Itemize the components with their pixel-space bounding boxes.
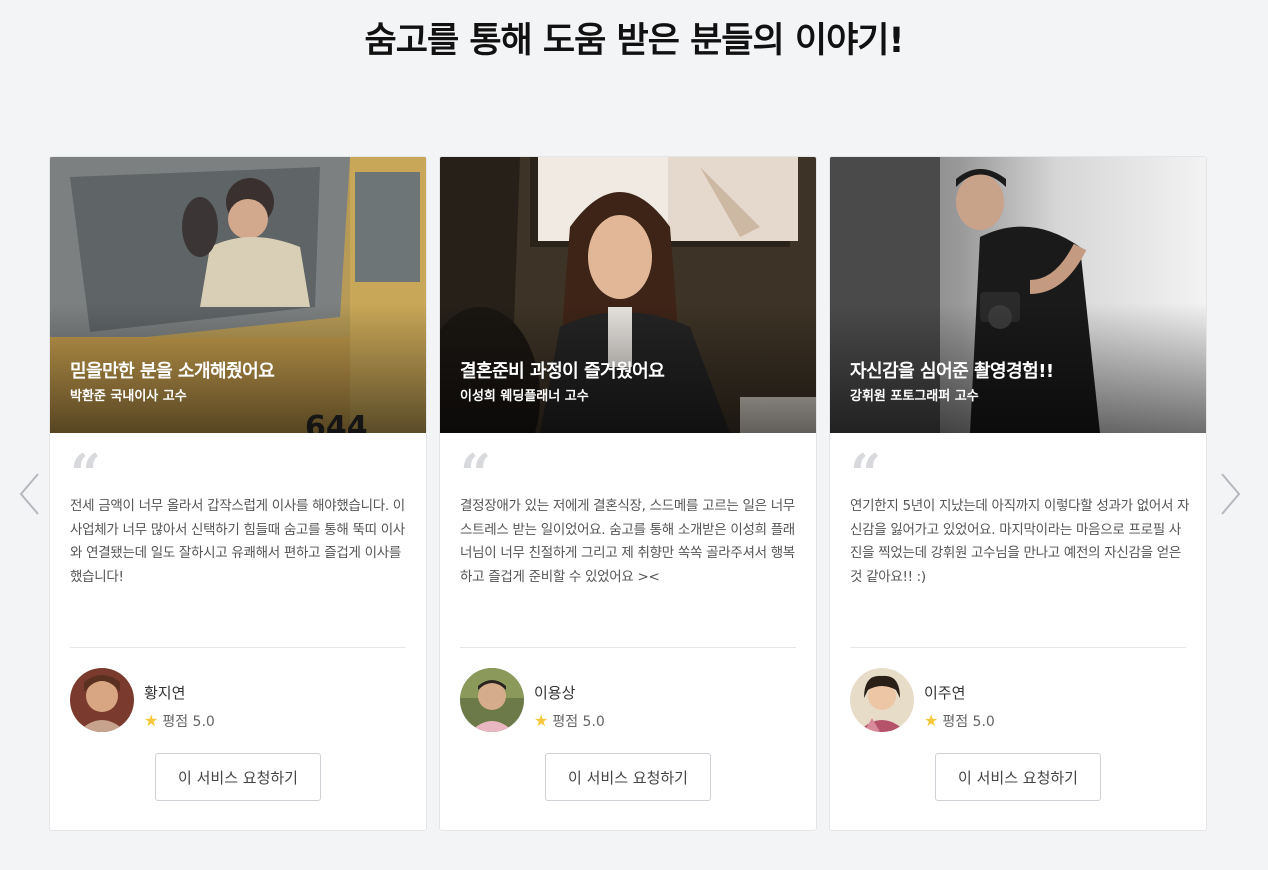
review-card: 644 믿을만한 분을 소개해줬어요 박환준 국내이사 고수 “ 전세 금액이 …: [49, 156, 427, 831]
reviewer-name: 이용상: [534, 684, 576, 702]
rating: ★ 평점 5.0: [924, 711, 995, 731]
rating-text: 평점 5.0: [552, 714, 605, 730]
pro-name: 강휘원 포토그래퍼 고수: [850, 389, 979, 404]
avatar: [70, 668, 134, 732]
request-service-button[interactable]: 이 서비스 요청하기: [935, 753, 1101, 801]
review-photo: 자신감을 심어준 촬영경험!! 강휘원 포토그래퍼 고수: [830, 157, 1206, 433]
pro-name: 박환준 국내이사 고수: [70, 389, 187, 404]
avatar: [850, 668, 914, 732]
request-service-button[interactable]: 이 서비스 요청하기: [545, 753, 711, 801]
rating: ★ 평점 5.0: [144, 711, 215, 731]
divider: [850, 647, 1186, 648]
quote-icon: “: [460, 442, 492, 506]
review-photo: 644 믿을만한 분을 소개해줬어요 박환준 국내이사 고수: [50, 157, 426, 433]
review-headline: 결혼준비 과정이 즐거웠어요: [460, 361, 665, 382]
rating-text: 평점 5.0: [162, 714, 215, 730]
star-icon: ★: [534, 711, 549, 730]
quote-icon: “: [850, 442, 882, 506]
rating: ★ 평점 5.0: [534, 711, 605, 731]
chevron-left-icon[interactable]: [18, 472, 42, 516]
reviewer-name: 이주연: [924, 684, 966, 702]
divider: [460, 647, 796, 648]
chevron-right-icon[interactable]: [1218, 472, 1242, 516]
page-title: 숨고를 통해 도움 받은 분들의 이야기!: [364, 21, 905, 61]
avatar: [460, 668, 524, 732]
star-icon: ★: [924, 711, 939, 730]
review-text: 결정장애가 있는 저에게 결혼식장, 스드메를 고르는 일은 너무 스트레스 받…: [460, 498, 795, 585]
pro-name: 이성희 웨딩플래너 고수: [460, 389, 589, 404]
reviewer-name: 황지연: [144, 684, 186, 702]
review-text: 전세 금액이 너무 올라서 갑작스럽게 이사를 해야했습니다. 이사업체가 너무…: [70, 498, 405, 585]
divider: [70, 647, 406, 648]
request-service-button[interactable]: 이 서비스 요청하기: [155, 753, 321, 801]
review-headline: 자신감을 심어준 촬영경험!!: [850, 361, 1054, 382]
review-photo: 결혼준비 과정이 즐거웠어요 이성희 웨딩플래너 고수: [440, 157, 816, 433]
rating-text: 평점 5.0: [942, 714, 995, 730]
review-card: 자신감을 심어준 촬영경험!! 강휘원 포토그래퍼 고수 “ 연기한지 5년이 …: [829, 156, 1207, 831]
review-text: 연기한지 5년이 지났는데 아직까지 이렇다할 성과가 없어서 자신감을 잃어가…: [850, 498, 1190, 585]
quote-icon: “: [70, 442, 102, 506]
star-icon: ★: [144, 711, 159, 730]
review-headline: 믿을만한 분을 소개해줬어요: [70, 361, 275, 382]
review-card: 결혼준비 과정이 즐거웠어요 이성희 웨딩플래너 고수 “ 결정장애가 있는 저…: [439, 156, 817, 831]
